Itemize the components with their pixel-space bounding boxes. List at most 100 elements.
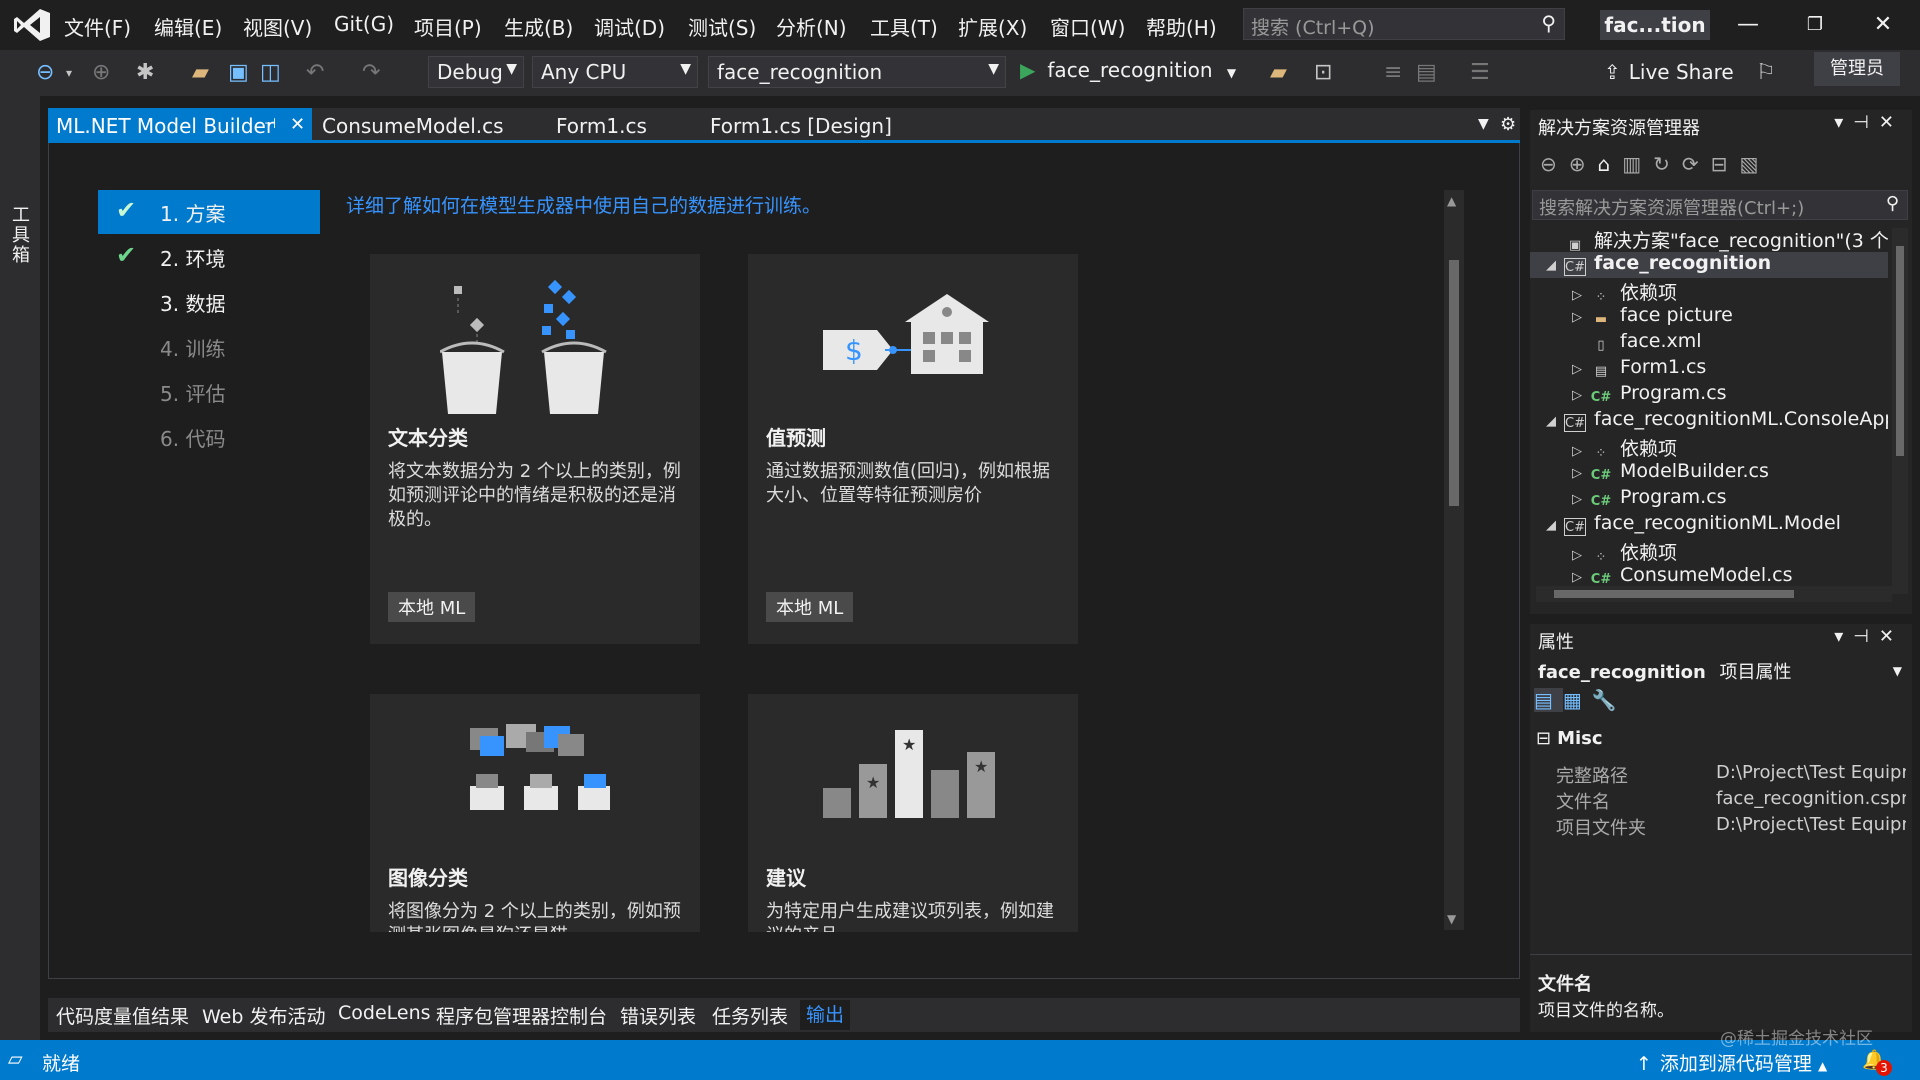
toolbox-tab[interactable]: 工具箱 <box>12 206 32 266</box>
menu-item[interactable]: 分析(N) <box>776 12 847 40</box>
menu-item[interactable]: 工具(T) <box>870 12 938 40</box>
scroll-down-icon[interactable]: ▼ <box>1447 912 1456 926</box>
panel-window-buttons[interactable]: ▾⊣✕ <box>1834 112 1904 133</box>
comment-icon[interactable]: ☰ <box>1470 60 1490 85</box>
bottom-tab[interactable]: 任务列表 <box>712 1002 788 1029</box>
home-icon[interactable]: ⌂ <box>1598 152 1623 176</box>
expanded-arrow-icon[interactable]: ◢ <box>1546 518 1564 533</box>
wizard-step[interactable]: 3. 数据 <box>98 280 320 324</box>
menu-item[interactable]: 文件(F) <box>64 12 131 40</box>
wizard-step[interactable]: 4. 训练 <box>98 325 320 369</box>
solution-folder-icon[interactable]: ▰ <box>1270 60 1287 85</box>
startup-project-select[interactable]: face_recognition ▼ <box>708 56 1006 88</box>
category-misc[interactable]: ⊟ Misc <box>1536 728 1603 749</box>
tree-item[interactable]: ▷ ⁘ 依赖项 <box>1572 434 1677 461</box>
start-debugging-button[interactable]: ▶ face_recognition ▼ <box>1020 58 1236 88</box>
bottom-tab[interactable]: CodeLens <box>338 1002 431 1024</box>
tab-overflow-icon[interactable]: ▼ <box>1478 116 1489 132</box>
platform-select[interactable]: Any CPU ▼ <box>532 56 698 88</box>
menu-item[interactable]: 调试(D) <box>594 12 665 40</box>
categorized-icon[interactable]: ▤ <box>1534 688 1563 712</box>
tab-model-builder[interactable]: ML.NET Model Builder ⊣ ✕ <box>48 108 312 144</box>
collapsed-arrow-icon[interactable]: ▷ <box>1572 466 1590 481</box>
tree-horizontal-scrollbar[interactable] <box>1536 586 1892 602</box>
bottom-tab[interactable]: 输出 <box>800 1000 851 1030</box>
browser-link-icon[interactable]: ⊡ <box>1314 60 1332 85</box>
search-input[interactable]: 搜索 (Ctrl+Q) ⚲ <box>1243 8 1565 40</box>
learn-more-link[interactable]: 详细了解如何在模型生成器中使用自己的数据进行训练。 <box>346 191 821 218</box>
menu-item[interactable]: 项目(P) <box>414 12 482 40</box>
tree-item[interactable]: ◢ C# face_recognitionML.ConsoleApp <box>1546 408 1888 434</box>
history-icon[interactable]: ↻ <box>1653 152 1682 176</box>
collapse-icon[interactable]: ⊟ <box>1536 728 1551 749</box>
property-row[interactable]: 项目文件夹 D:\Project\Test Equipn <box>1538 812 1908 839</box>
tree-vertical-scrollbar[interactable] <box>1892 228 1908 594</box>
forward-icon[interactable]: ⊕ <box>1569 152 1598 176</box>
collapsed-arrow-icon[interactable]: ▷ <box>1572 548 1590 563</box>
menu-item[interactable]: 窗口(W) <box>1050 12 1125 40</box>
tree-item[interactable]: ▷ ⁘ 依赖项 <box>1572 278 1677 305</box>
configuration-select[interactable]: Debug ▼ <box>428 56 524 88</box>
collapse-all-icon[interactable]: ⊟ <box>1711 152 1740 176</box>
switch-views-icon[interactable]: ▥ <box>1622 152 1653 176</box>
document-scrollbar[interactable]: ▲ ▼ <box>1444 190 1464 930</box>
property-pages-icon[interactable]: 🔧 <box>1592 688 1627 712</box>
scenario-card-value-prediction[interactable]: $ 值预测 通过数据预测数值(回归)，例如根据大小、位置等特征预测房价 本地 M… <box>748 254 1078 644</box>
properties-toolbar[interactable]: ▤▦🔧 <box>1534 688 1627 712</box>
bottom-tab[interactable]: Web 发布活动 <box>202 1002 325 1029</box>
redo-icon[interactable]: ↷ <box>362 60 380 85</box>
menu-item[interactable]: Git(G) <box>334 12 394 38</box>
open-folder-icon[interactable]: ▰ <box>192 60 209 85</box>
tree-item[interactable]: ▷ C# ModelBuilder.cs <box>1572 460 1769 486</box>
menu-item[interactable]: 扩展(X) <box>958 12 1027 40</box>
chevron-down-icon[interactable]: ▼ <box>1893 664 1902 678</box>
tree-item[interactable]: ▷ ▤ Form1.cs <box>1572 356 1706 382</box>
menu-item[interactable]: 编辑(E) <box>154 12 222 40</box>
menu-item[interactable]: 测试(S) <box>688 12 756 40</box>
gear-icon[interactable]: ⚙ <box>1500 114 1516 135</box>
collapsed-arrow-icon[interactable]: ▷ <box>1572 444 1590 459</box>
expanded-arrow-icon[interactable]: ◢ <box>1546 258 1564 273</box>
tab-form1-design[interactable]: Form1.cs [Design] <box>702 108 900 144</box>
back-icon[interactable]: ⊖ <box>36 60 54 85</box>
menu-item[interactable]: 生成(B) <box>504 12 573 40</box>
bottom-tab[interactable]: 程序包管理器控制台 <box>436 1002 607 1029</box>
collapsed-arrow-icon[interactable]: ▷ <box>1572 570 1590 585</box>
panel-window-buttons[interactable]: ▾⊣✕ <box>1834 626 1904 647</box>
menu-item[interactable]: 视图(V) <box>243 12 312 40</box>
tree-item[interactable]: ▣解决方案"face_recognition"(3 个项目 <box>1546 226 1888 253</box>
visual-studio-logo-icon[interactable] <box>12 7 52 43</box>
new-project-icon[interactable]: ✱ <box>136 60 154 85</box>
wizard-step[interactable]: 5. 评估 <box>98 370 320 414</box>
close-window-button[interactable]: ✕ <box>1860 8 1906 42</box>
wizard-step[interactable]: ✔ 1. 方案 <box>98 190 320 234</box>
collapsed-arrow-icon[interactable]: ▷ <box>1572 362 1590 377</box>
scenario-card-image-classification[interactable]: 图像分类 将图像分为 2 个以上的类别，例如预测某张图像是狗还是猫 <box>370 694 700 932</box>
scroll-up-icon[interactable]: ▲ <box>1447 194 1456 208</box>
scenario-card-recommendation[interactable]: ★ ★ ★ 建议 为特定用户生成建议项列表，例如建议的产品 <box>748 694 1078 932</box>
properties-object-selector[interactable]: face_recognition 项目属性 <box>1538 658 1792 684</box>
minimize-button[interactable]: — <box>1725 8 1771 42</box>
tree-item[interactable]: ▷ C# Program.cs <box>1572 382 1727 408</box>
feedback-icon[interactable]: ⚐ <box>1756 60 1776 85</box>
menu-item[interactable]: 帮助(H) <box>1146 12 1217 40</box>
bottom-tab[interactable]: 错误列表 <box>620 1002 696 1029</box>
property-row[interactable]: 完整路径 D:\Project\Test Equipn <box>1538 760 1908 787</box>
tree-item[interactable]: ◢ C# face_recognitionML.Model <box>1546 512 1841 538</box>
save-icon[interactable]: ▣ <box>228 60 249 85</box>
tree-item[interactable]: ▯ face.xml <box>1572 330 1701 356</box>
undo-icon[interactable]: ↶ <box>306 60 324 85</box>
add-source-control-button[interactable]: ↑ 添加到源代码管理 ▲ <box>1636 1049 1827 1076</box>
live-share-button[interactable]: ⇪ Live Share <box>1604 60 1734 84</box>
tree-item[interactable]: ◢ C# face_recognition <box>1530 252 1888 278</box>
forward-icon[interactable]: ⊕ <box>92 60 110 85</box>
maximize-button[interactable]: ❐ <box>1792 8 1838 42</box>
wizard-step[interactable]: 6. 代码 <box>98 415 320 459</box>
save-all-icon[interactable]: ◫ <box>260 60 281 85</box>
close-icon[interactable]: ✕ <box>290 114 305 135</box>
format-icon[interactable]: ≡ <box>1384 60 1402 85</box>
scenario-card-text-classification[interactable]: 文本分类 将文本数据分为 2 个以上的类别，例如预测评论中的情绪是积极的还是消极… <box>370 254 700 644</box>
tab-form1-cs[interactable]: Form1.cs <box>548 108 655 144</box>
solution-explorer-toolbar[interactable]: ⊖⊕⌂▥↻⟳⊟▧ <box>1540 152 1770 176</box>
scrollbar-thumb[interactable] <box>1554 590 1794 598</box>
